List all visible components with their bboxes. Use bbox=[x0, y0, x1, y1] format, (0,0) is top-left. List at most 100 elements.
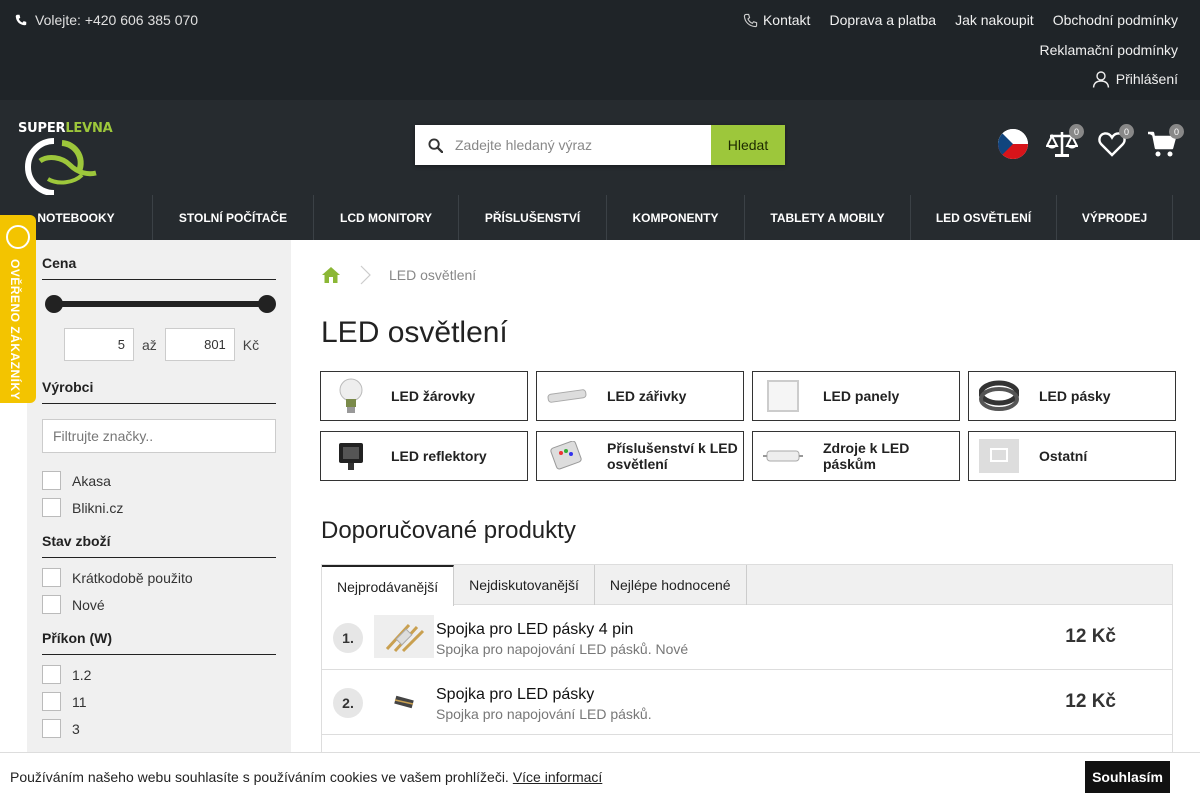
verified-by-customers-badge[interactable]: Ověřeno zákazníky bbox=[0, 215, 36, 403]
cart-button[interactable]: 0 bbox=[1146, 124, 1184, 160]
compare-count-badge: 0 bbox=[1069, 124, 1084, 139]
product-row[interactable]: 1. Spojka pro LED pásky 4 pin Spojka pro… bbox=[322, 605, 1172, 670]
price-slider-track bbox=[54, 301, 268, 307]
logo-levna: LEVNA bbox=[65, 121, 113, 136]
price-slider-max-handle[interactable] bbox=[258, 295, 276, 313]
cart-count-badge: 0 bbox=[1169, 124, 1184, 139]
nav-prislusenstvi[interactable]: PŘÍSLUŠENSTVÍ bbox=[459, 195, 607, 240]
category-zdroje-k-led-paskum[interactable]: Zdroje k LED páskům bbox=[752, 431, 960, 481]
complaints-link[interactable]: Reklamační podmínky bbox=[1039, 42, 1178, 58]
panel-light-icon bbox=[763, 379, 803, 413]
category-led-pasky[interactable]: LED pásky bbox=[968, 371, 1176, 421]
tab-most-discussed[interactable]: Nejdiskutovanější bbox=[454, 565, 595, 605]
power-checkbox-3[interactable]: 3 bbox=[42, 719, 276, 738]
category-label: Příslušenství k LED osvětlení bbox=[607, 440, 738, 472]
search-button[interactable]: Hledat bbox=[711, 125, 785, 165]
category-label: LED panely bbox=[823, 388, 900, 404]
brand-filter-input[interactable] bbox=[42, 419, 276, 453]
condition-list: Krátkodobě použito Nové bbox=[42, 568, 276, 614]
checkbox[interactable] bbox=[42, 665, 61, 684]
how-to-buy-link[interactable]: Jak nakoupit bbox=[955, 12, 1034, 28]
condition-label: Krátkodobě použito bbox=[72, 569, 193, 586]
checkbox[interactable] bbox=[42, 692, 61, 711]
shipping-link[interactable]: Doprava a platba bbox=[829, 12, 936, 28]
phone-icon bbox=[15, 14, 27, 26]
nav-tablety-a-mobily[interactable]: TABLETY A MOBILY bbox=[745, 195, 911, 240]
header-icons: 0 0 0 bbox=[998, 124, 1184, 160]
home-icon[interactable] bbox=[321, 266, 341, 284]
phone-outline-icon bbox=[743, 13, 758, 27]
price-slider[interactable] bbox=[42, 290, 276, 320]
tab-best-rated[interactable]: Nejlépe hodnocené bbox=[595, 565, 747, 605]
brands-filter-title: Výrobci bbox=[42, 379, 276, 404]
category-led-panely[interactable]: LED panely bbox=[752, 371, 960, 421]
contact-label: Kontakt bbox=[762, 12, 811, 28]
power-list: 1.2 11 3 bbox=[42, 665, 276, 738]
checkbox[interactable] bbox=[42, 719, 61, 738]
nav-lcd-monitory[interactable]: LCD MONITORY bbox=[314, 195, 459, 240]
product-name[interactable]: Spojka pro LED pásky bbox=[436, 686, 594, 704]
cookie-accept-button[interactable]: Souhlasím bbox=[1085, 761, 1170, 793]
top-links: Kontakt Doprava a platba Jak nakoupit Ob… bbox=[743, 12, 1178, 28]
top-bar: Volejte: +420 606 385 070 Kontakt Doprav… bbox=[0, 0, 1200, 100]
category-label: LED zářivky bbox=[607, 388, 687, 404]
category-prislusenstvi-led[interactable]: Příslušenství k LED osvětlení bbox=[536, 431, 744, 481]
price-max-input[interactable] bbox=[164, 328, 235, 361]
terms-link[interactable]: Obchodní podmínky bbox=[1053, 12, 1178, 28]
price-min-input[interactable] bbox=[64, 328, 134, 361]
brand-checkbox-akasa[interactable]: Akasa bbox=[42, 471, 276, 490]
checkbox[interactable] bbox=[42, 471, 61, 490]
nav-komponenty[interactable]: KOMPONENTY bbox=[607, 195, 745, 240]
brand-label: Akasa bbox=[72, 472, 111, 489]
category-led-reflektory[interactable]: LED reflektory bbox=[320, 431, 528, 481]
category-grid: LED žárovky LED zářivky LED panely LED p… bbox=[320, 371, 1176, 481]
category-label: Ostatní bbox=[1039, 448, 1088, 464]
price-slider-min-handle[interactable] bbox=[45, 295, 63, 313]
header: SUPERLEVNA Hledat 0 0 0 bbox=[0, 100, 1200, 195]
nav-vyprodej[interactable]: VÝPRODEJ bbox=[1057, 195, 1173, 240]
product-name[interactable]: Spojka pro LED pásky 4 pin bbox=[436, 621, 633, 639]
category-led-zarovky[interactable]: LED žárovky bbox=[320, 371, 528, 421]
checkbox[interactable] bbox=[42, 498, 61, 517]
brand-checkbox-blikni[interactable]: Blikni.cz bbox=[42, 498, 276, 517]
connector-image[interactable] bbox=[374, 680, 434, 723]
power-checkbox-1-2[interactable]: 1.2 bbox=[42, 665, 276, 684]
cookie-bar: Používáním našeho webu souhlasíte s použ… bbox=[0, 752, 1200, 800]
cookie-text: Používáním našeho webu souhlasíte s použ… bbox=[10, 768, 509, 785]
chevron-right-icon bbox=[360, 265, 371, 285]
nav-led-osvetleni[interactable]: LED OSVĚTLENÍ bbox=[911, 195, 1057, 240]
cookie-more-info-link[interactable]: Více informací bbox=[513, 769, 602, 785]
wishlist-button[interactable]: 0 bbox=[1096, 124, 1134, 160]
power-filter-title: Příkon (W) bbox=[42, 630, 276, 655]
price-filter-title: Cena bbox=[42, 255, 276, 280]
condition-checkbox-used[interactable]: Krátkodobě použito bbox=[42, 568, 276, 587]
brand-label: Blikni.cz bbox=[72, 499, 124, 516]
czech-flag-icon[interactable] bbox=[998, 129, 1028, 159]
tab-best-selling[interactable]: Nejprodávanější bbox=[322, 565, 455, 606]
checkbox[interactable] bbox=[42, 595, 61, 614]
product-price: 12 Kč bbox=[1065, 691, 1116, 712]
category-ostatni[interactable]: Ostatní bbox=[968, 431, 1176, 481]
condition-checkbox-new[interactable]: Nové bbox=[42, 595, 276, 614]
phone-info[interactable]: Volejte: +420 606 385 070 bbox=[15, 12, 198, 28]
logo-mark-icon bbox=[25, 138, 97, 195]
login-link[interactable]: Přihlášení bbox=[1092, 70, 1178, 88]
power-label: 11 bbox=[72, 693, 87, 710]
product-row[interactable]: 2. Spojka pro LED pásky Spojka pro napoj… bbox=[322, 670, 1172, 735]
product-price: 12 Kč bbox=[1065, 626, 1116, 647]
connector-image[interactable] bbox=[374, 615, 434, 658]
contact-link[interactable]: Kontakt bbox=[743, 12, 810, 28]
compare-button[interactable]: 0 bbox=[1046, 124, 1084, 160]
breadcrumb-current: LED osvětlení bbox=[389, 267, 477, 283]
logo[interactable]: SUPERLEVNA bbox=[18, 121, 113, 195]
power-checkbox-11[interactable]: 11 bbox=[42, 692, 276, 711]
wishlist-count-badge: 0 bbox=[1119, 124, 1134, 139]
page-title: LED osvětlení bbox=[321, 316, 508, 349]
checkbox[interactable] bbox=[42, 568, 61, 587]
category-label: LED žárovky bbox=[391, 388, 476, 404]
search-input[interactable] bbox=[455, 125, 711, 165]
condition-label: Nové bbox=[72, 596, 105, 613]
category-led-zarivky[interactable]: LED zářivky bbox=[536, 371, 744, 421]
tube-light-icon bbox=[547, 379, 587, 413]
nav-stolni-pocitace[interactable]: STOLNÍ POČÍTAČE bbox=[153, 195, 314, 240]
